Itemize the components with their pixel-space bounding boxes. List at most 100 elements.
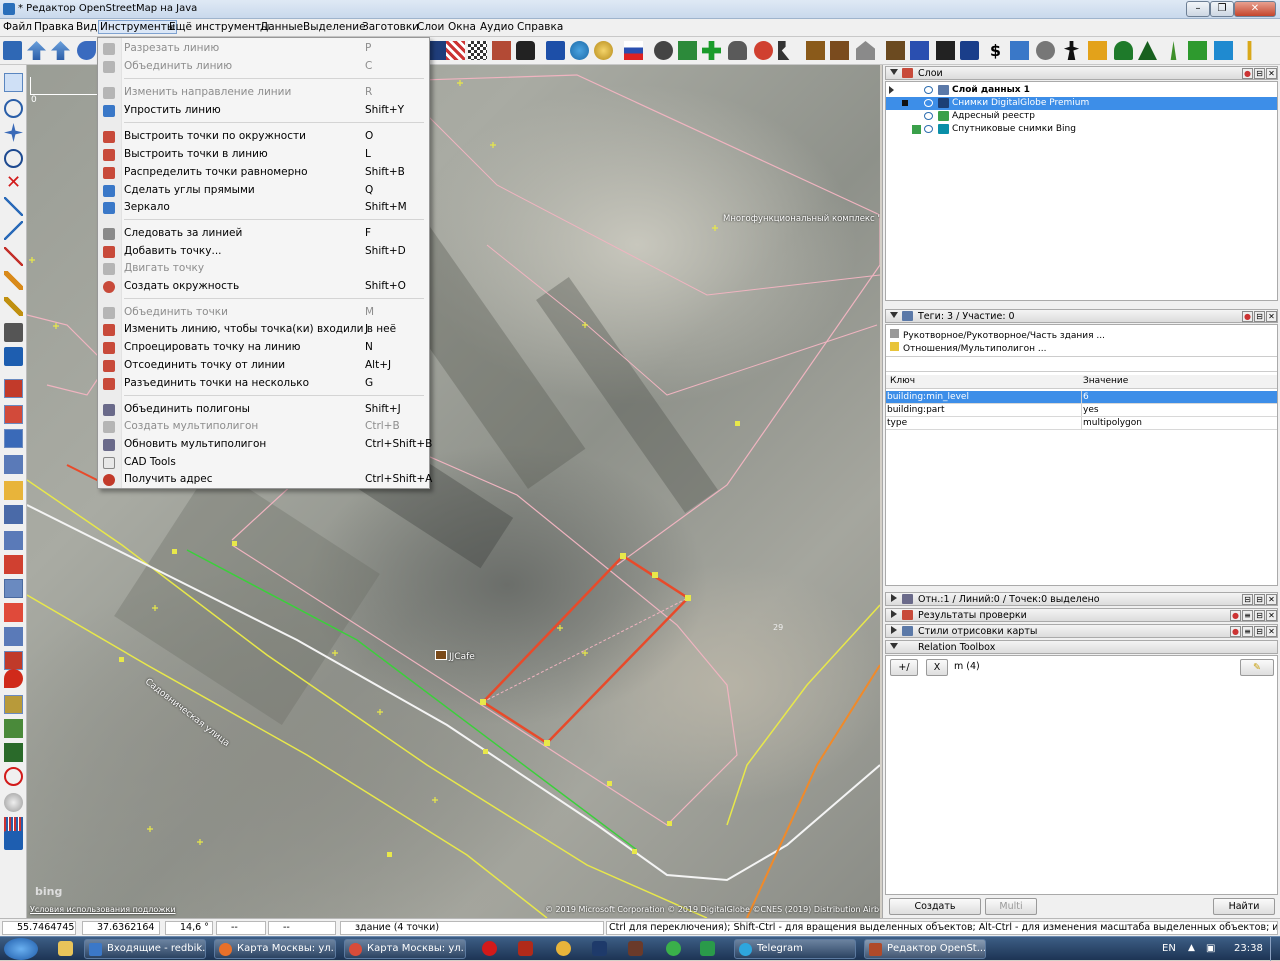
language-indicator[interactable]: EN (1162, 943, 1176, 954)
panel-toggle-15-icon[interactable] (4, 743, 23, 762)
panel-detach-icon[interactable]: ⊟ (1254, 610, 1265, 621)
preset-link[interactable]: Рукотворное/Рукотворное/Часть здания ... (890, 329, 1105, 341)
panel-close-icon[interactable]: ✕ (1266, 594, 1277, 605)
menu-windows[interactable]: Окна (448, 21, 476, 33)
more-tools-icon[interactable] (4, 831, 23, 850)
app-icon-b[interactable] (628, 941, 643, 956)
taskbar-item[interactable]: Telegram (734, 939, 856, 959)
menu-tools[interactable]: Инструменты (98, 20, 178, 34)
menu-item-unglue-nodes[interactable]: Разъединить точки на несколько G (98, 375, 429, 392)
building-tool-icon[interactable] (4, 323, 23, 342)
menu-view[interactable]: Вид (76, 21, 97, 33)
relation-link[interactable]: Отношения/Мультиполигон ... (890, 342, 1046, 354)
cutlery-icon[interactable] (886, 41, 905, 60)
panel-toggle-10-icon[interactable] (4, 603, 23, 622)
panel-detach-icon[interactable]: ⊟ (1254, 626, 1265, 637)
select-tool-icon[interactable] (4, 73, 23, 92)
window-title-bar[interactable]: * Редактор OpenStreetMap на Java – ❐ ✕ (0, 0, 1280, 19)
column-key[interactable]: Ключ (890, 376, 915, 386)
car-icon[interactable] (516, 41, 535, 60)
improve-way-icon[interactable] (4, 221, 23, 240)
theatre-icon[interactable] (654, 41, 673, 60)
panel-toggle-11-icon[interactable] (4, 627, 23, 646)
bag-icon[interactable] (1088, 41, 1107, 60)
wikipedia-icon[interactable] (4, 793, 23, 812)
taskbar-item[interactable]: Карта Москвы: ул... (214, 939, 336, 959)
tag-row[interactable]: type multipolygon (886, 417, 1277, 430)
column-value[interactable]: Значение (1083, 376, 1128, 386)
expand-icon[interactable] (891, 626, 897, 634)
upload-icon[interactable] (27, 41, 46, 60)
menu-item-update-multipolygon[interactable]: Обновить мультиполигон Ctrl+Shift+B (98, 436, 432, 453)
layers-panel-header[interactable]: Слои ● ⊟ ✕ (885, 66, 1278, 80)
visibility-icon[interactable] (924, 99, 933, 107)
find-button[interactable]: Найти (1213, 898, 1275, 915)
add-member-button[interactable]: +/ (890, 659, 918, 676)
menu-item-align-circle[interactable]: Выстроить точки по окружности O (98, 128, 429, 145)
collapse-icon[interactable] (890, 312, 898, 318)
hotel-icon[interactable] (960, 41, 979, 60)
explorer-icon[interactable] (58, 941, 73, 956)
layer-item[interactable]: Спутниковые снимки Bing (886, 123, 1277, 136)
menu-item-create-circle[interactable]: Создать окружность Shift+O (98, 278, 429, 295)
panel-toggle-13-icon[interactable] (4, 695, 23, 714)
flowers-icon[interactable] (754, 41, 773, 60)
panel-close-dot-icon[interactable]: ● (1242, 68, 1253, 79)
tag-row[interactable]: building:min_level 6 (886, 391, 1277, 404)
menu-item-reverse-way[interactable]: Изменить направление линии R (98, 84, 429, 101)
taskbar-item[interactable]: Входящие - redbik... (84, 939, 206, 959)
panel-close-icon[interactable]: ✕ (1266, 626, 1277, 637)
menu-file[interactable]: Файл (3, 21, 32, 33)
globe-icon[interactable] (570, 41, 589, 60)
undo-icon[interactable] (77, 41, 96, 60)
food-icon[interactable] (728, 41, 747, 60)
toolbar-icon-a[interactable] (428, 41, 447, 60)
create-relation-button[interactable]: Создать (889, 898, 981, 915)
visibility-icon[interactable] (924, 86, 933, 94)
building-icon[interactable] (492, 41, 511, 60)
pen-tool-icon[interactable] (4, 297, 23, 316)
clock[interactable]: 23:38 (1234, 943, 1263, 954)
menu-item-disconnect-node[interactable]: Отсоединить точку от линии Alt+J (98, 357, 429, 374)
house-icon[interactable] (856, 41, 875, 60)
panel-toggle-12-icon[interactable] (4, 651, 23, 670)
wheat-icon[interactable] (1247, 41, 1252, 60)
dollar-icon[interactable]: $ (986, 41, 1005, 60)
panel-close-icon[interactable]: ✕ (1266, 311, 1277, 322)
parallel-tool-icon[interactable] (4, 247, 23, 266)
cafe-icon[interactable] (435, 650, 447, 660)
filezilla-icon[interactable] (518, 941, 533, 956)
menu-item-split-way[interactable]: Разрезать линию P (98, 40, 429, 57)
panel-close-icon[interactable]: ✕ (1266, 68, 1277, 79)
panel-toggle-9-icon[interactable] (4, 579, 23, 598)
person-icon[interactable] (1063, 41, 1080, 60)
green-area-icon[interactable] (1188, 41, 1207, 60)
water-icon[interactable] (1214, 41, 1233, 60)
edit-relation-button[interactable]: ✎ (1240, 659, 1274, 676)
remove-button[interactable]: X (926, 659, 948, 676)
panel-settings-icon[interactable]: ≡ (1242, 610, 1253, 621)
multi-button[interactable]: Multi (985, 898, 1037, 915)
taskbar-item[interactable]: Карта Москвы: ул... (344, 939, 466, 959)
selection-panel-header[interactable]: Отн.:1 / Линий:0 / Точек:0 выделено ⊟ ⊟ ✕ (885, 592, 1278, 606)
grid-icon[interactable] (468, 41, 487, 60)
menu-item-cad-tools[interactable]: CAD Tools (98, 454, 429, 471)
panel-detach-icon[interactable]: ⊟ (1254, 594, 1265, 605)
menu-item-project-node[interactable]: Спроецировать точку на линию N (98, 339, 429, 356)
grass-icon[interactable] (1170, 41, 1177, 60)
collapse-icon[interactable] (890, 643, 898, 649)
tag-search-field[interactable] (886, 356, 1277, 372)
menu-item-add-node[interactable]: Добавить точку... Shift+D (98, 243, 429, 260)
panel-detach-icon[interactable]: ⊟ (1254, 311, 1265, 322)
panel-close-dot-icon[interactable]: ● (1230, 610, 1241, 621)
panel-close-dot-icon[interactable]: ● (1230, 626, 1241, 637)
imagery-terms-link[interactable]: Условия использования подложки (30, 905, 176, 914)
expand-icon[interactable] (891, 610, 897, 618)
photoshop-icon[interactable] (592, 941, 607, 956)
menu-item-orthogonalize[interactable]: Сделать углы прямыми Q (98, 182, 429, 199)
panel-detach-icon[interactable]: ⊟ (1254, 68, 1265, 79)
show-desktop-button[interactable] (1270, 937, 1280, 961)
menu-layers[interactable]: Слои (417, 21, 444, 33)
flag-icon[interactable] (624, 41, 643, 60)
expand-icon[interactable] (891, 594, 897, 602)
